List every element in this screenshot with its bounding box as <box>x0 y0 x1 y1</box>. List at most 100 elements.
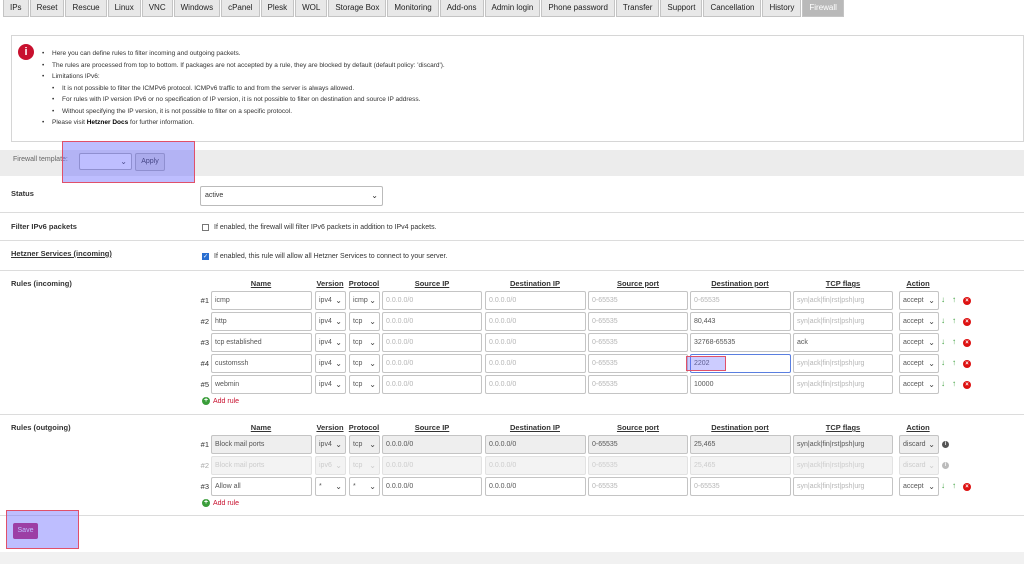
rule-dst-ip-input[interactable]: 0.0.0.0/0 <box>485 312 586 331</box>
tab-vnc[interactable]: VNC <box>141 0 173 17</box>
ipv6-checkbox[interactable] <box>202 224 209 231</box>
tab-cpanel[interactable]: cPanel <box>221 0 260 17</box>
rule-flags-input[interactable]: syn|ack|fin|rst|psh|urg <box>793 312 893 331</box>
move-up-icon[interactable]: ↑ <box>952 316 956 325</box>
tab-windows[interactable]: Windows <box>173 0 221 17</box>
tab-phone-password[interactable]: Phone password <box>541 0 615 17</box>
rule-protocol-select[interactable]: * ⌄ <box>349 477 380 496</box>
rule-name-input[interactable]: tcp established <box>211 333 312 352</box>
rule-dst-ip-input[interactable]: 0.0.0.0/0 <box>485 354 586 373</box>
rule-version-select[interactable]: ipv4 ⌄ <box>315 291 346 310</box>
rule-dst-port-input[interactable]: 0-65535 <box>690 477 791 496</box>
tab-reset[interactable]: Reset <box>29 0 65 17</box>
delete-icon[interactable]: × <box>963 360 971 368</box>
tab-cancellation[interactable]: Cancellation <box>703 0 762 17</box>
rule-src-ip-input[interactable]: 0.0.0.0/0 <box>382 375 482 394</box>
delete-icon[interactable]: × <box>963 381 971 389</box>
rule-dst-port-input[interactable]: 32768-65535 <box>690 333 791 352</box>
tab-ips[interactable]: IPs <box>3 0 29 17</box>
status-select[interactable]: active ⌄ <box>200 186 383 206</box>
tab-rescue[interactable]: Rescue <box>65 0 107 17</box>
rule-flags-input[interactable]: syn|ack|fin|rst|psh|urg <box>793 477 893 496</box>
rule-name-input[interactable]: webmin <box>211 375 312 394</box>
tab-storage-box[interactable]: Storage Box <box>328 0 387 17</box>
rule-dst-ip-input[interactable]: 0.0.0.0/0 <box>485 477 586 496</box>
rule-action-select[interactable]: accept ⌄ <box>899 333 939 352</box>
rule-dst-port-input[interactable]: 2202 <box>690 354 791 373</box>
move-down-icon[interactable]: ↓ <box>941 337 945 346</box>
rule-action-select[interactable]: accept ⌄ <box>899 312 939 331</box>
delete-icon[interactable]: × <box>963 339 971 347</box>
docs-link[interactable]: Hetzner Docs <box>87 119 129 126</box>
move-up-icon[interactable]: ↑ <box>952 337 956 346</box>
rule-dst-ip-input[interactable]: 0.0.0.0/0 <box>485 375 586 394</box>
add-rule-button[interactable]: + Add rule <box>202 499 239 507</box>
move-up-icon[interactable]: ↑ <box>952 358 956 367</box>
move-up-icon[interactable]: ↑ <box>952 481 956 490</box>
rule-src-ip-input[interactable]: 0.0.0.0/0 <box>382 291 482 310</box>
move-up-icon[interactable]: ↑ <box>952 379 956 388</box>
rule-dst-ip-input[interactable]: 0.0.0.0/0 <box>485 291 586 310</box>
rule-protocol-select[interactable]: tcp ⌄ <box>349 333 380 352</box>
rule-action-select[interactable]: accept ⌄ <box>899 477 939 496</box>
rule-flags-input[interactable]: syn|ack|fin|rst|psh|urg <box>793 354 893 373</box>
tab-add-ons[interactable]: Add-ons <box>439 0 484 17</box>
hetzner-checkbox[interactable]: ✓ <box>202 253 209 260</box>
tab-firewall[interactable]: Firewall <box>802 0 844 17</box>
rule-version-select[interactable]: ipv4 ⌄ <box>315 312 346 331</box>
template-select[interactable]: ⌄ <box>79 153 132 170</box>
add-rule-button[interactable]: + Add rule <box>202 397 239 405</box>
rule-flags-input[interactable]: syn|ack|fin|rst|psh|urg <box>793 291 893 310</box>
rule-protocol-select[interactable]: tcp ⌄ <box>349 354 380 373</box>
save-button[interactable]: Save <box>13 523 38 539</box>
rule-src-port-input[interactable]: 0-65535 <box>588 375 688 394</box>
rule-src-port-input[interactable]: 0-65535 <box>588 291 688 310</box>
rule-dst-port-input[interactable]: 10000 <box>690 375 791 394</box>
move-down-icon[interactable]: ↓ <box>941 358 945 367</box>
tab-transfer[interactable]: Transfer <box>615 0 660 17</box>
tab-admin-login[interactable]: Admin login <box>484 0 541 17</box>
tab-wol[interactable]: WOL <box>295 0 328 17</box>
rule-protocol-select[interactable]: icmp ⌄ <box>349 291 380 310</box>
rule-src-port-input[interactable]: 0-65535 <box>588 312 688 331</box>
rule-dst-port-input[interactable]: 0-65535 <box>690 291 791 310</box>
delete-icon[interactable]: × <box>963 318 971 326</box>
rule-protocol-select[interactable]: tcp ⌄ <box>349 375 380 394</box>
rule-action-select[interactable]: accept ⌄ <box>899 354 939 373</box>
tab-monitoring[interactable]: Monitoring <box>387 0 439 17</box>
rule-flags-input[interactable]: ack <box>793 333 893 352</box>
move-down-icon[interactable]: ↓ <box>941 481 945 490</box>
rule-dst-port-input[interactable]: 80,443 <box>690 312 791 331</box>
tab-support[interactable]: Support <box>660 0 703 17</box>
move-down-icon[interactable]: ↓ <box>941 295 945 304</box>
delete-icon[interactable]: × <box>963 483 971 491</box>
rule-version-select[interactable]: ipv4 ⌄ <box>315 333 346 352</box>
info-icon[interactable]: i <box>942 441 949 448</box>
rule-src-port-input[interactable]: 0-65535 <box>588 354 688 373</box>
rule-name-input[interactable]: icmp <box>211 291 312 310</box>
rule-version-select[interactable]: * ⌄ <box>315 477 346 496</box>
rule-src-port-input[interactable]: 0-65535 <box>588 477 688 496</box>
tab-history[interactable]: History <box>762 0 802 17</box>
move-down-icon[interactable]: ↓ <box>941 316 945 325</box>
rule-src-ip-input[interactable]: 0.0.0.0/0 <box>382 477 482 496</box>
rule-name-input[interactable]: Allow all <box>211 477 312 496</box>
rule-src-port-input[interactable]: 0-65535 <box>588 333 688 352</box>
rule-protocol-select[interactable]: tcp ⌄ <box>349 312 380 331</box>
rule-flags-input[interactable]: syn|ack|fin|rst|psh|urg <box>793 375 893 394</box>
delete-icon[interactable]: × <box>963 297 971 305</box>
rule-action-select[interactable]: accept ⌄ <box>899 375 939 394</box>
apply-button[interactable]: Apply <box>135 153 165 171</box>
rule-version-select[interactable]: ipv4 ⌄ <box>315 354 346 373</box>
info-icon[interactable]: i <box>942 462 949 469</box>
rule-src-ip-input[interactable]: 0.0.0.0/0 <box>382 354 482 373</box>
rule-action-select[interactable]: accept ⌄ <box>899 291 939 310</box>
rule-name-input[interactable]: http <box>211 312 312 331</box>
tab-plesk[interactable]: Plesk <box>260 0 295 17</box>
tab-linux[interactable]: Linux <box>107 0 141 17</box>
move-up-icon[interactable]: ↑ <box>952 295 956 304</box>
rule-dst-ip-input[interactable]: 0.0.0.0/0 <box>485 333 586 352</box>
rule-src-ip-input[interactable]: 0.0.0.0/0 <box>382 312 482 331</box>
hetzner-label[interactable]: Hetzner Services (incoming) <box>11 249 112 258</box>
rule-src-ip-input[interactable]: 0.0.0.0/0 <box>382 333 482 352</box>
